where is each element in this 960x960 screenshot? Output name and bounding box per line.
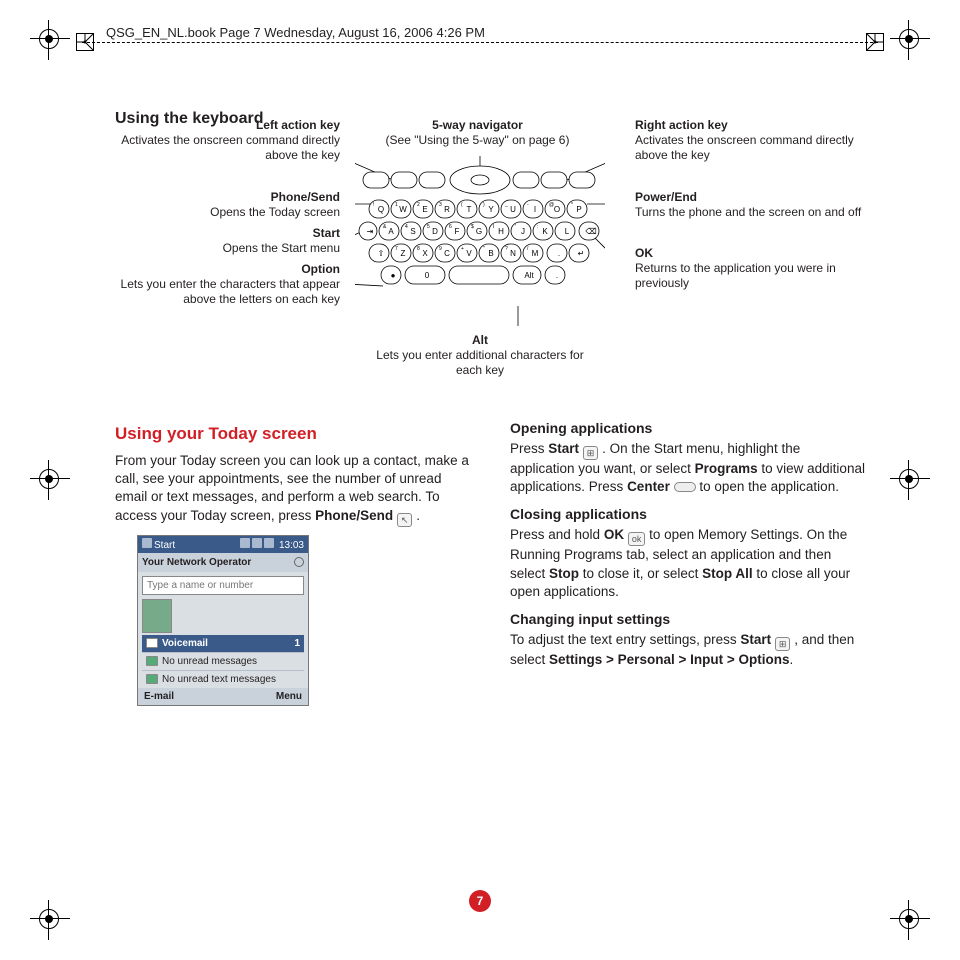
label-power-end: Power/End Turns the phone and the screen…: [635, 190, 865, 220]
svg-text:*: *: [571, 202, 573, 208]
label-right-action: Right action key Activates the onscreen …: [635, 118, 865, 163]
svg-text:⌫: ⌫: [585, 227, 596, 236]
label-5way: 5-way navigator (See "Using the 5-way" o…: [365, 118, 590, 148]
page-number-badge: 7: [469, 890, 491, 912]
svg-text:●: ●: [391, 271, 396, 280]
svg-text:⇥: ⇥: [367, 227, 374, 236]
label-phone-send: Phone/Send Opens the Today screen: [115, 190, 340, 220]
svg-text:X: X: [422, 249, 428, 258]
start-icon: ⊞: [583, 446, 599, 460]
svg-text:": ": [483, 246, 485, 252]
svg-text:.: .: [556, 271, 558, 280]
close-paragraph: Press and hold OK ok to open Memory Sett…: [510, 526, 865, 601]
today-paragraph: From your Today screen you can look up a…: [115, 452, 470, 527]
svg-text:T: T: [467, 205, 472, 214]
keyboard-svg: Q!W1E2R3T(Y)U_I-O@P*A&S4D5F6G$HIJ'K:LZ7X…: [355, 156, 605, 326]
svg-text:2: 2: [417, 202, 420, 208]
svg-text:7: 7: [395, 246, 398, 252]
svg-text:0: 0: [425, 271, 430, 280]
label-start: Start Opens the Start menu: [115, 226, 340, 256]
svg-text:1: 1: [395, 202, 398, 208]
phone-send-icon: ↖: [397, 513, 413, 527]
svg-text:6: 6: [449, 224, 452, 230]
svg-text:A: A: [388, 227, 394, 236]
heading-input-settings: Changing input settings: [510, 611, 865, 627]
start-icon-2: ⊞: [775, 637, 791, 651]
svg-text:.: .: [558, 249, 560, 258]
svg-text:_: _: [504, 202, 508, 208]
svg-text:8: 8: [417, 246, 420, 252]
svg-text:B: B: [488, 249, 493, 258]
open-paragraph: Press Start ⊞ . On the Start menu, highl…: [510, 440, 865, 496]
ok-icon: ok: [628, 532, 646, 546]
svg-text:4: 4: [405, 224, 408, 230]
svg-text:N: N: [510, 249, 516, 258]
svg-text:9: 9: [439, 246, 442, 252]
svg-text:P: P: [576, 205, 581, 214]
svg-text:↵: ↵: [578, 249, 585, 258]
svg-text:K: K: [542, 227, 548, 236]
svg-text:?: ?: [505, 246, 508, 252]
svg-text:S: S: [410, 227, 415, 236]
svg-text:@: @: [549, 202, 554, 208]
svg-text:3: 3: [439, 202, 442, 208]
svg-text:!: !: [373, 202, 374, 208]
svg-text:': ': [515, 224, 516, 230]
today-search-input: Type a name or number: [142, 576, 304, 595]
today-screen-mock: Start 13:03 Your Network Operator Type a…: [137, 535, 309, 706]
svg-text:L: L: [565, 227, 570, 236]
svg-text:E: E: [422, 205, 427, 214]
heading-opening-apps: Opening applications: [510, 420, 865, 436]
svg-text:W: W: [399, 205, 407, 214]
svg-text:F: F: [455, 227, 460, 236]
input-paragraph: To adjust the text entry settings, press…: [510, 631, 865, 669]
svg-text:D: D: [432, 227, 438, 236]
svg-text:5: 5: [427, 224, 430, 230]
svg-text:Alt: Alt: [524, 271, 534, 280]
header-rule: [82, 42, 878, 43]
today-picture-icon: [142, 599, 172, 633]
svg-text:G: G: [476, 227, 482, 236]
svg-text:U: U: [510, 205, 516, 214]
svg-text:I: I: [534, 205, 536, 214]
label-alt: Alt Lets you enter additional characters…: [375, 333, 585, 378]
heading-closing-apps: Closing applications: [510, 506, 865, 522]
label-ok: OK Returns to the application you were i…: [635, 246, 865, 291]
svg-text:$: $: [471, 224, 474, 230]
svg-text:+: +: [461, 246, 464, 252]
svg-text:Y: Y: [488, 205, 494, 214]
keyboard-diagram: 5-way navigator (See "Using the 5-way" o…: [115, 138, 865, 388]
svg-text:O: O: [554, 205, 560, 214]
svg-text:J: J: [521, 227, 525, 236]
label-left-action: Left action key Activates the onscreen c…: [115, 118, 340, 163]
svg-text:R: R: [444, 205, 450, 214]
svg-text::: :: [537, 224, 538, 230]
svg-text:H: H: [498, 227, 504, 236]
svg-text:C: C: [444, 249, 450, 258]
center-icon: [674, 482, 696, 492]
svg-text:Z: Z: [401, 249, 406, 258]
svg-text:V: V: [466, 249, 472, 258]
svg-text:M: M: [532, 249, 539, 258]
svg-text:Q: Q: [378, 205, 384, 214]
heading-today: Using your Today screen: [115, 424, 470, 444]
doc-header: QSG_EN_NL.book Page 7 Wednesday, August …: [100, 25, 491, 40]
label-option: Option Lets you enter the characters tha…: [115, 262, 340, 307]
svg-text:I: I: [493, 224, 494, 230]
svg-text:⇧: ⇧: [378, 249, 385, 258]
